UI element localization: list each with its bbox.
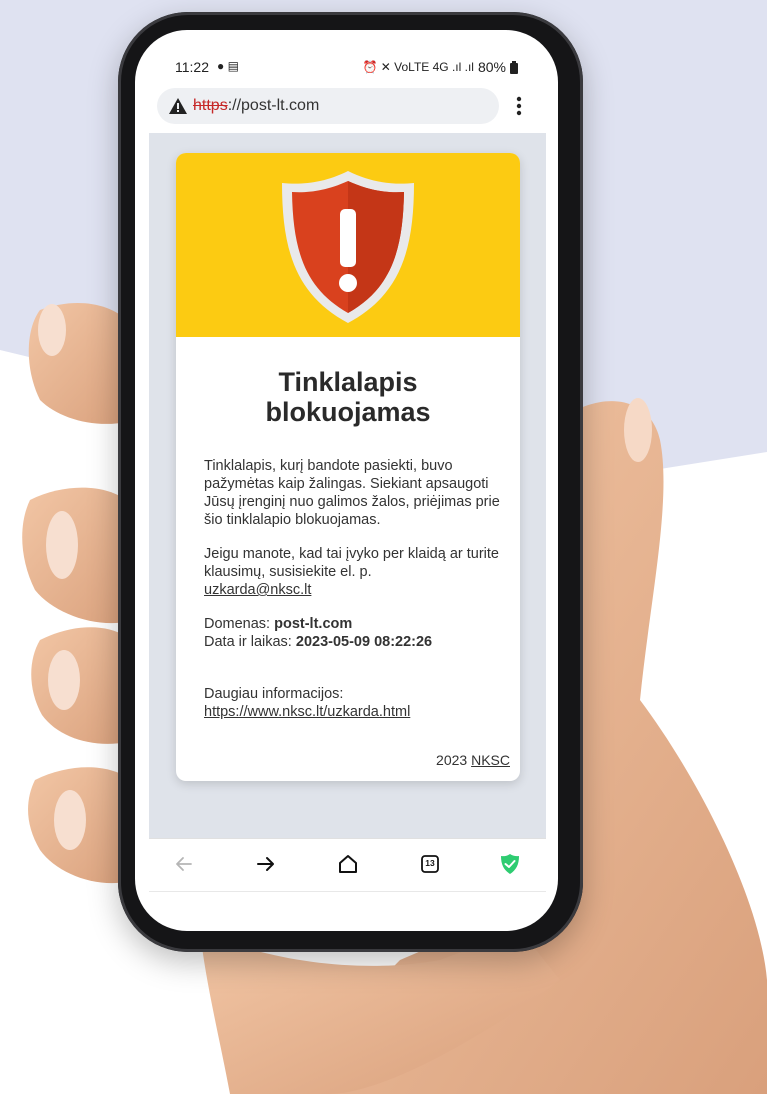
shield-check-icon[interactable] (497, 851, 523, 877)
datetime-value: 2023-05-09 08:22:26 (295, 634, 433, 650)
footer-nksc-link[interactable]: NKSC (471, 752, 510, 768)
url-host: ://post-lt.com (227, 97, 320, 114)
back-arrow-icon[interactable] (171, 851, 197, 877)
card-body: Tinklalapis, kurį bandote pasiekti, buvo… (204, 457, 504, 721)
browser-bottom-nav: 13 (149, 838, 546, 892)
url-scheme: https (193, 97, 228, 114)
block-warning-card: Tinklalapis blokuojamas Tinklalapis, kur… (176, 153, 520, 781)
kebab-menu-icon[interactable] (509, 94, 529, 118)
description-paragraph: Tinklalapis, kurį bandote pasiekti, buvo… (204, 458, 500, 528)
status-time: 11:22 (175, 59, 209, 75)
domain-value: post-lt.com (274, 616, 353, 632)
tabs-button[interactable]: 13 (417, 851, 443, 877)
more-info-paragraph: Daugiau informacijos: https://www.nksc.l… (204, 685, 504, 721)
datetime-label: Data ir laikas: (204, 634, 296, 650)
warning-triangle-icon[interactable] (169, 98, 187, 114)
page-content: Tinklalapis blokuojamas Tinklalapis, kur… (149, 133, 546, 838)
more-info-link[interactable]: https://www.nksc.lt/uzkarda.html (204, 704, 410, 720)
warning-banner (176, 153, 520, 337)
page-title: Tinklalapis blokuojamas (265, 367, 431, 427)
address-bar[interactable]: https://post-lt.com (157, 88, 499, 124)
status-bar: 11:22 ● ▤ ⏰ ✕ VoLTE 4G .ıl .ıl 80% (135, 56, 558, 80)
phone-screen: 11:22 ● ▤ ⏰ ✕ VoLTE 4G .ıl .ıl 80% https… (135, 30, 558, 931)
shield-warning-icon (282, 171, 414, 323)
details-paragraph: Domenas: post-lt.com Data ir laikas: 202… (204, 615, 504, 651)
more-info-label: Daugiau informacijos: (204, 686, 344, 702)
battery-percent: 80% (477, 59, 506, 75)
card-footer: 2023 NKSC (436, 752, 510, 768)
notification-icons: ● ▤ (217, 59, 239, 73)
footer-year: 2023 (436, 752, 468, 768)
tab-count: 13 (425, 858, 435, 868)
url-text[interactable]: https://post-lt.com (193, 97, 319, 115)
domain-label: Domenas: (204, 616, 275, 632)
forward-arrow-icon[interactable] (253, 851, 279, 877)
contact-paragraph: Jeigu manote, kad tai įvyko per klaidą a… (204, 546, 499, 598)
contact-email-link[interactable]: uzkarda@nksc.lt (204, 582, 311, 598)
status-right-group: ⏰ ✕ VoLTE 4G .ıl .ıl 80% (362, 59, 518, 75)
battery-icon (510, 60, 518, 74)
signal-icons: ⏰ ✕ VoLTE 4G .ıl .ıl (362, 60, 474, 74)
home-icon[interactable] (335, 851, 361, 877)
